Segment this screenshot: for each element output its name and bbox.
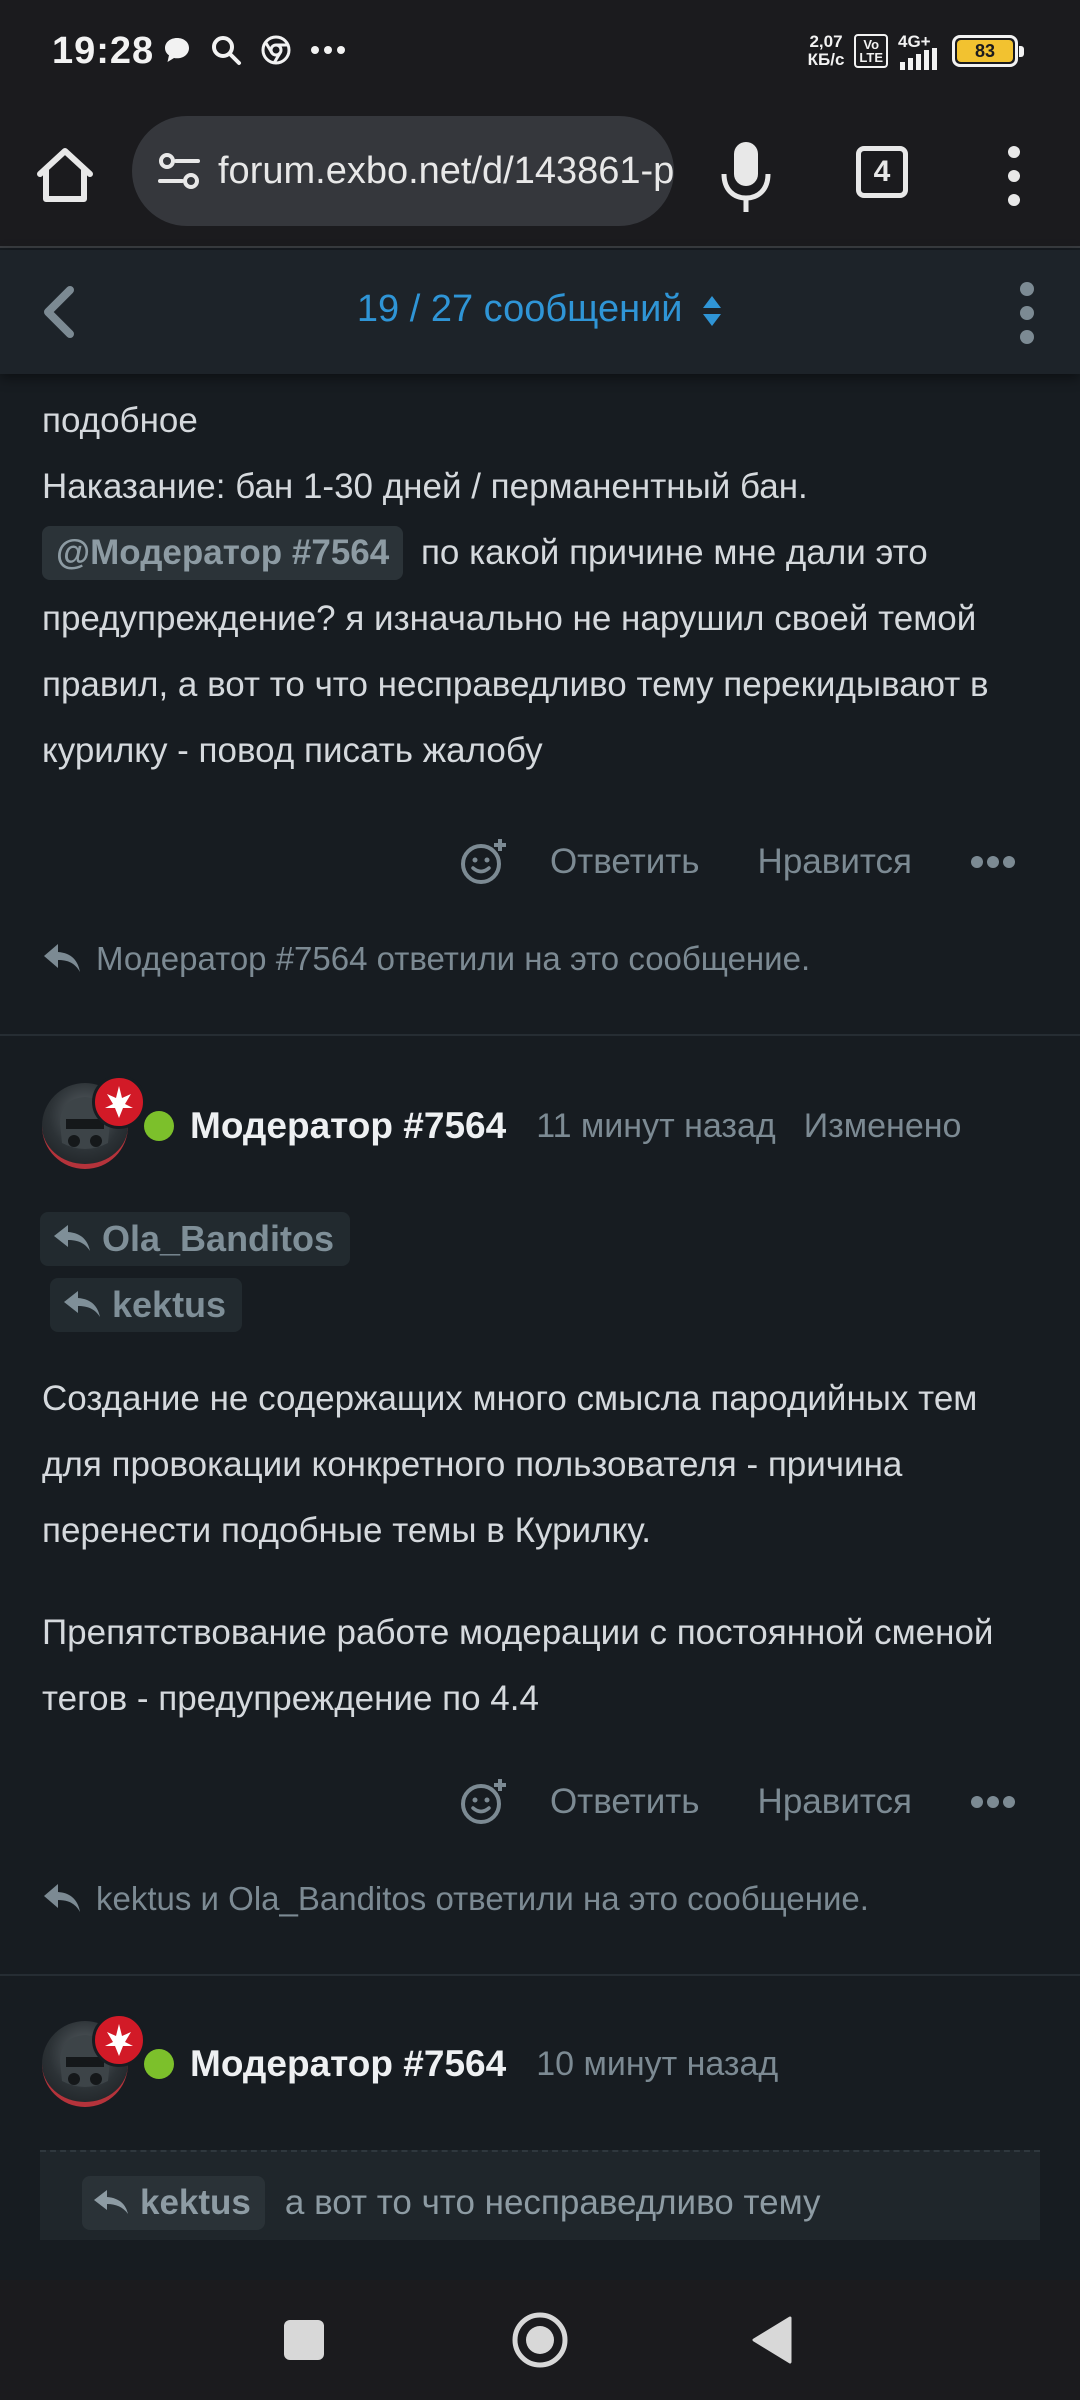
online-indicator	[144, 1111, 174, 1141]
online-indicator	[144, 2049, 174, 2079]
post-top: подобное Наказание: бан 1-30 дней / перм…	[0, 374, 1080, 994]
speed-unit: КБ/с	[807, 50, 845, 69]
reply-icon	[64, 1291, 100, 1317]
reply-to-username: Ola_Banditos	[102, 1218, 335, 1259]
replied-by-text: kektus и Ola_Banditos ответили на это со…	[96, 1880, 869, 1917]
avatar[interactable]	[42, 1075, 146, 1169]
topic-navigation-bar: 19 / 27 сообщений	[0, 250, 1080, 374]
post-counter-label: 19 / 27 сообщений	[356, 288, 683, 330]
edited-label[interactable]: Изменено	[804, 1107, 962, 1146]
replied-by[interactable]: Модератор #7564 ответили на это сообщени…	[0, 924, 1080, 994]
nav-square-icon[interactable]	[284, 2320, 324, 2360]
replied-by[interactable]: kektus и Ola_Banditos ответили на это со…	[0, 1864, 1080, 1934]
quote-block: kektus а вот то что несправедливо тему	[40, 2150, 1040, 2240]
signal-group: 4G+	[898, 32, 942, 70]
quote-text: а вот то что несправедливо тему	[284, 2183, 821, 2222]
post-top-line-2: Наказание: бан 1-30 дней / перманентный …	[42, 467, 808, 506]
reply-to-list: Ola_Banditos kektus	[0, 1212, 1080, 1332]
post-time[interactable]: 10 минут назад	[536, 2045, 778, 2084]
jedi-icon	[105, 1086, 133, 1118]
tabs-icon[interactable]: 4	[856, 146, 908, 198]
post-paragraph: Создание не содержащих много смысла паро…	[42, 1379, 978, 1550]
post-time[interactable]: 11 минут назад	[536, 1107, 776, 1146]
post-bottom: Модератор #7564 10 минут назад kektus а …	[0, 1976, 1080, 2240]
post-header: Модератор #7564 10 минут назад	[0, 2013, 1080, 2114]
volte-bottom: LTE	[859, 50, 883, 65]
post-top-actions: Ответить Нравится	[0, 822, 1080, 902]
network-speed: 2,07 КБ/с	[808, 33, 845, 69]
post-middle-actions: Ответить Нравится	[0, 1762, 1080, 1842]
add-reaction-icon[interactable]	[458, 837, 508, 887]
chrome-icon	[261, 35, 291, 65]
user-mention[interactable]: @Модератор #7564	[42, 526, 404, 580]
post-counter[interactable]: 19 / 27 сообщений	[0, 288, 1080, 331]
nav-back-icon[interactable]	[750, 2314, 794, 2366]
post-top-paragraph: @Модератор #7564 по какой причине мне да…	[42, 520, 1038, 784]
search-icon	[212, 36, 241, 65]
reply-to-chip[interactable]: kektus	[50, 1278, 243, 1332]
chat-bubble-icon	[165, 38, 189, 62]
url-text[interactable]: forum.exbo.net/d/143861-p	[218, 150, 674, 193]
quote-username: kektus	[140, 2183, 251, 2222]
reply-icon	[44, 944, 80, 972]
post-middle: Модератор #7564 11 минут назад Изменено …	[0, 1036, 1080, 1934]
battery-level: 83	[957, 40, 1013, 62]
reply-icon	[94, 2190, 128, 2214]
more-horiz-icon[interactable]	[970, 852, 1016, 872]
jedi-icon	[105, 2024, 133, 2056]
reply-button[interactable]: Ответить	[550, 1782, 700, 1822]
reply-icon	[54, 1225, 90, 1251]
home-icon[interactable]	[32, 142, 98, 208]
speed-value: 2,07	[809, 32, 843, 51]
battery-icon: 83	[952, 35, 1024, 67]
quote-user-chip[interactable]: kektus	[82, 2176, 265, 2230]
nav-home-icon[interactable]	[510, 2310, 570, 2370]
post-header: Модератор #7564 11 минут назад Изменено	[0, 1075, 1080, 1176]
more-notifications-icon	[311, 46, 345, 54]
status-time: 19:28	[52, 30, 155, 72]
like-button[interactable]: Нравится	[758, 842, 912, 882]
signal-icon	[900, 48, 937, 70]
post-paragraph: Препятствование работе модерации с посто…	[42, 1613, 994, 1718]
notification-icons	[162, 34, 346, 66]
post-top-body: подобное Наказание: бан 1-30 дней / перм…	[0, 388, 1080, 784]
like-button[interactable]: Нравится	[758, 1782, 912, 1822]
replied-by-text: Модератор #7564 ответили на это сообщени…	[96, 940, 811, 977]
post-top-line-1: подобное	[42, 401, 198, 440]
more-horiz-icon[interactable]	[970, 1792, 1016, 1812]
avatar[interactable]	[42, 2013, 146, 2107]
post-middle-body: Создание не содержащих много смысла паро…	[0, 1366, 1080, 1732]
mic-icon[interactable]	[718, 138, 774, 218]
reply-to-chip[interactable]: Ola_Banditos	[40, 1212, 351, 1266]
moderator-badge	[92, 1075, 146, 1129]
browser-toolbar: forum.exbo.net/d/143861-p 4	[0, 108, 1080, 248]
moderator-badge	[92, 2013, 146, 2067]
post-stream: подобное Наказание: бан 1-30 дней / перм…	[0, 374, 1080, 2280]
topic-more-icon[interactable]	[1010, 280, 1044, 346]
reply-button[interactable]: Ответить	[550, 842, 700, 882]
add-reaction-icon[interactable]	[458, 1777, 508, 1827]
more-vert-icon[interactable]	[996, 144, 1032, 208]
status-bar: 19:28 2,07 КБ/с Vo LTE 4G+ 83	[0, 0, 1080, 108]
system-navigation-bar	[0, 2280, 1080, 2400]
username[interactable]: Модератор #7564	[190, 2043, 506, 2085]
sort-arrows-icon	[703, 295, 722, 326]
username[interactable]: Модератор #7564	[190, 1105, 506, 1147]
volte-icon: Vo LTE	[854, 34, 888, 68]
site-settings-icon[interactable]	[154, 146, 204, 196]
address-bar[interactable]: forum.exbo.net/d/143861-p	[132, 116, 674, 226]
reply-to-username: kektus	[112, 1284, 227, 1325]
status-right: 2,07 КБ/с Vo LTE 4G+ 83	[808, 32, 1024, 70]
reply-icon	[44, 1884, 80, 1912]
